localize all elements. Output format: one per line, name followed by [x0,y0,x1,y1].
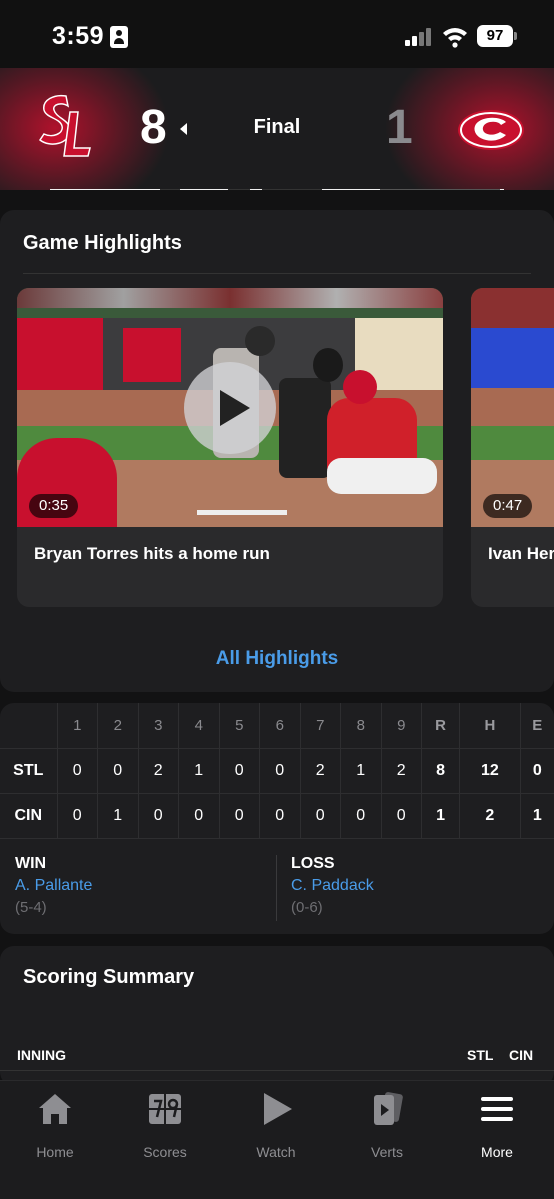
inning-score: 1 [340,748,382,794]
inning-score: 0 [259,748,301,794]
divider [276,855,277,921]
highlight-video-card[interactable]: 0:35 Bryan Torres hits a home run [17,288,443,607]
tab-more[interactable]: More [442,1091,552,1161]
losing-pitcher: LOSS C. Paddack (0-6) [291,855,374,916]
winning-pitcher-record: (5-4) [15,899,47,916]
hits-header: H [459,703,521,749]
scoring-summary-title: Scoring Summary [23,966,195,988]
inning-score: 0 [57,793,98,839]
losing-pitcher-record: (0-6) [291,899,323,916]
tab-label: Verts [371,1144,403,1160]
sponsor-strip [50,189,504,190]
loss-label: LOSS [291,855,335,872]
inning-header: 7 [300,703,341,749]
video-duration: 0:47 [483,494,533,518]
inning-score: 0 [259,793,301,839]
scores-icon [149,1094,181,1124]
runs-header: R [421,703,461,749]
linescore-corner [0,703,58,749]
away-column-header: STL [467,1047,494,1063]
home-icon [39,1094,71,1124]
runs-total: 1 [421,793,461,839]
tab-verts[interactable]: Verts [332,1091,442,1161]
divider [23,273,531,274]
win-label: WIN [15,855,47,872]
home-column-header: CIN [509,1047,534,1063]
inning-header: 6 [259,703,301,749]
team-abbr: CIN [0,793,58,839]
linescore-table: 1 2 3 4 5 6 7 8 9 R H E STL 0 0 2 1 0 0 [0,703,554,839]
linescore-row-away: STL 0 0 2 1 0 0 2 1 2 8 12 0 [0,748,554,794]
inning-header: 1 [57,703,98,749]
inning-score: 0 [340,793,382,839]
inning-score: 0 [97,748,139,794]
game-highlights-card: Game Highlights 0:35 Bryan Torres hits a… [0,210,554,692]
linescore-header-row: 1 2 3 4 5 6 7 8 9 R H E [0,703,554,749]
inning-header: 2 [97,703,139,749]
menu-icon [481,1097,513,1121]
video-title: Bryan Torres hits a home run [34,544,270,563]
inning-header: 8 [340,703,382,749]
hits-total: 12 [459,748,521,794]
verts-icon [374,1092,403,1125]
play-icon[interactable] [184,362,276,454]
inning-header: 3 [138,703,179,749]
tab-home[interactable]: Home [0,1091,110,1161]
inning-header: 4 [178,703,220,749]
all-highlights-link[interactable]: All Highlights [0,648,554,670]
video-title: Ivan Her [488,544,554,563]
inning-score: 1 [178,748,220,794]
errors-total: 1 [520,793,554,839]
play-icon [264,1093,292,1125]
inning-score: 0 [300,793,341,839]
losing-pitcher-link[interactable]: C. Paddack [291,877,374,895]
linescore-row-home: CIN 0 1 0 0 0 0 0 0 0 1 2 1 [0,793,554,839]
inning-score: 0 [219,793,260,839]
inning-score: 1 [97,793,139,839]
inning-score: 2 [300,748,341,794]
box-score-card: 1 2 3 4 5 6 7 8 9 R H E STL 0 0 2 1 0 0 [0,703,554,934]
home-score: 1 [386,101,413,154]
highlight-video-card[interactable]: 0:47 Ivan Her [471,288,554,607]
tab-label: More [481,1144,513,1160]
divider [0,1070,554,1071]
inning-score: 0 [219,748,260,794]
tab-watch[interactable]: Watch [221,1091,331,1161]
contact-card-icon [110,26,128,48]
inning-score: 0 [57,748,98,794]
video-thumbnail[interactable]: 0:35 [17,288,443,527]
inning-score: 2 [381,748,422,794]
wifi-icon [443,28,467,48]
inning-score: 2 [138,748,179,794]
bottom-tab-bar: Home Scores Watch Verts More [0,1080,554,1199]
tab-label: Home [36,1144,74,1160]
highlights-title: Game Highlights [23,232,182,254]
battery-level: 97 [477,25,517,47]
inning-column-header: INNING [17,1047,66,1063]
reds-logo-icon [458,110,524,150]
tab-label: Scores [143,1144,187,1160]
inning-header: 5 [219,703,260,749]
inning-score: 0 [178,793,220,839]
hits-total: 2 [459,793,521,839]
errors-header: E [520,703,554,749]
video-thumbnail[interactable]: 0:47 [471,288,554,527]
inning-header: 9 [381,703,422,749]
runs-total: 8 [421,748,461,794]
status-time: 3:59 [52,22,105,50]
winning-pitcher-link[interactable]: A. Pallante [15,877,92,895]
errors-total: 0 [520,748,554,794]
score-header[interactable]: 8 Final 1 [0,68,554,190]
video-duration: 0:35 [29,494,79,518]
team-abbr: STL [0,748,58,794]
cellular-signal-icon [405,28,433,46]
scoring-summary-card: Scoring Summary INNING STL CIN [0,946,554,1086]
game-page: 3:59 97 8 Final 1 Game Highlights 0:35 B… [0,0,554,1199]
tab-label: Watch [256,1144,296,1160]
status-bar: 3:59 97 [0,0,554,68]
winning-pitcher: WIN A. Pallante (5-4) [15,855,92,916]
tab-scores[interactable]: Scores [110,1091,220,1161]
inning-score: 0 [381,793,422,839]
inning-score: 0 [138,793,179,839]
